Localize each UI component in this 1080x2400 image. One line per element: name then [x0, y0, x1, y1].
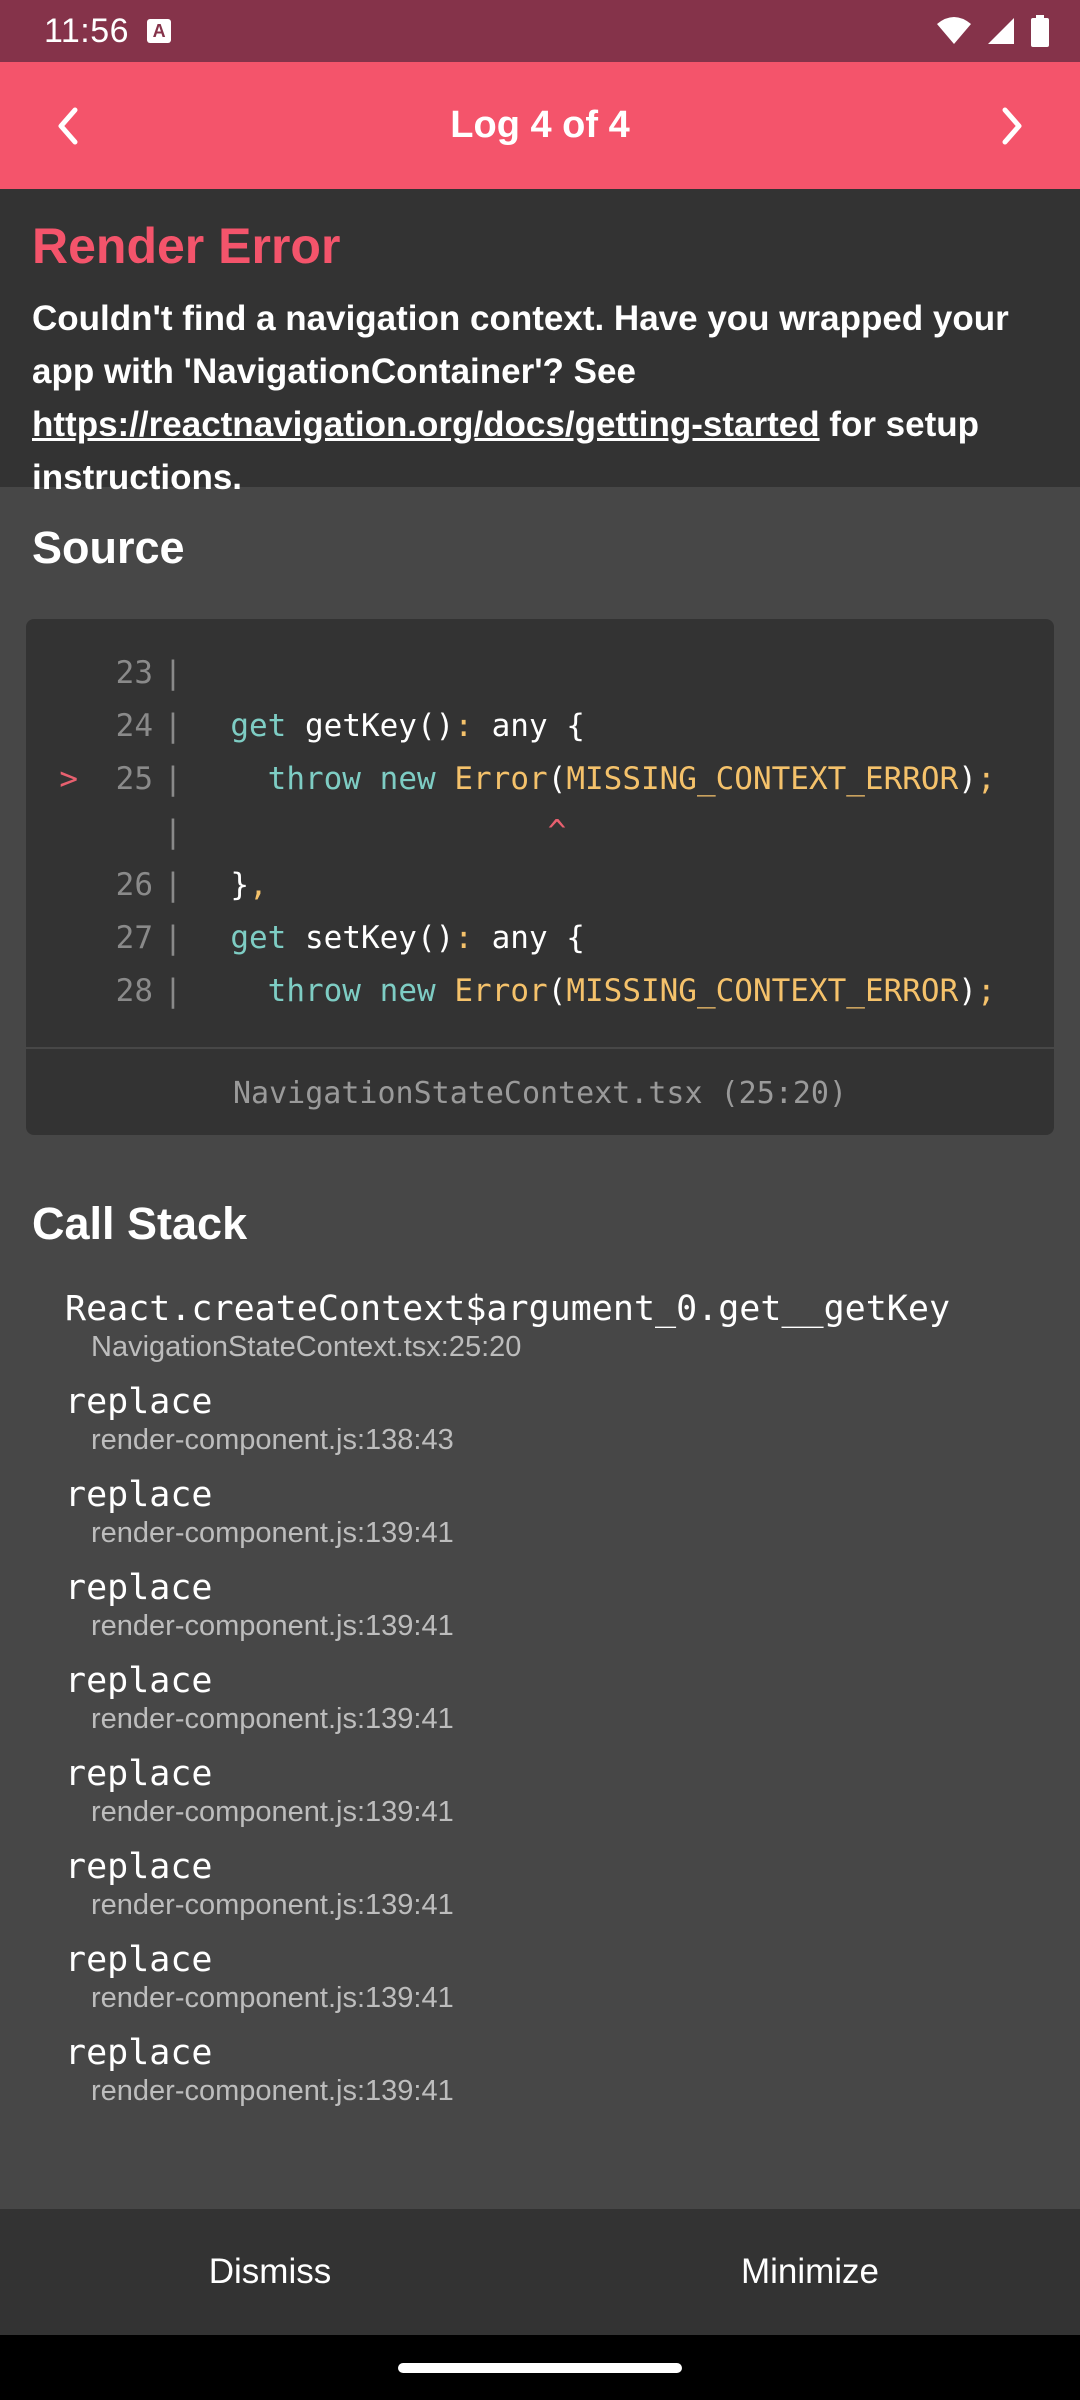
dismiss-button[interactable]: Dismiss — [0, 2209, 540, 2335]
line-marker — [26, 647, 78, 700]
stack-frame[interactable]: replace render-component.js:139:41 — [65, 1474, 1055, 1550]
code-line: 27 | get setKey(): any { — [26, 912, 1054, 965]
stack-frame-location: render-component.js:139:41 — [91, 2075, 454, 2107]
stack-frame-method: replace — [65, 2033, 213, 2073]
gutter-divider: | — [163, 867, 183, 903]
code-line: 28 | throw new Error(MISSING_CONTEXT_ERRO… — [26, 965, 1054, 1018]
gutter-divider: | — [163, 814, 183, 850]
footer-bar: Dismiss Minimize — [0, 2209, 1080, 2335]
source-code-box: 23 | 24 | get getKey(): any { >25 | throw new… — [26, 619, 1054, 1135]
line-marker — [26, 859, 78, 912]
line-number — [78, 806, 153, 859]
stack-frame-location: render-component.js:139:41 — [91, 1517, 454, 1549]
gutter-divider: | — [163, 655, 183, 691]
stack-frame[interactable]: replace render-component.js:138:43 — [65, 1381, 1055, 1457]
call-stack-list: React.createContext$argument_0.get__getK… — [65, 1288, 1055, 2125]
stack-frame-method: React.createContext$argument_0.get__getK… — [65, 1289, 951, 1329]
gutter-divider: | — [163, 708, 183, 744]
gutter-divider: | — [163, 761, 183, 797]
stack-frame-location: render-component.js:139:41 — [91, 1982, 454, 2014]
stack-frame-method: replace — [65, 1940, 213, 1980]
line-number: 28 — [115, 973, 153, 1009]
line-marker: > — [59, 761, 78, 797]
stack-frame-method: replace — [65, 1568, 213, 1608]
minimize-button[interactable]: Minimize — [540, 2209, 1080, 2335]
cell-signal-icon — [988, 18, 1014, 44]
source-title: Source — [32, 522, 185, 573]
line-marker — [26, 965, 78, 1018]
stack-frame-method: replace — [65, 1754, 213, 1794]
error-message: Couldn't find a navigation context. Have… — [32, 292, 1048, 504]
error-box: Render Error Couldn't find a navigation … — [0, 189, 1080, 497]
line-number: 27 — [115, 920, 153, 956]
stack-frame-location: render-component.js:139:41 — [91, 1889, 454, 1921]
stack-frame-method: replace — [65, 1382, 213, 1422]
gutter-divider: | — [163, 920, 183, 956]
chevron-right-icon — [1002, 107, 1022, 144]
log-header: Log 4 of 4 — [0, 62, 1080, 189]
stack-frame[interactable]: replace render-component.js:139:41 — [65, 1567, 1055, 1643]
code-text: }, — [193, 867, 268, 903]
code-line: 26 | }, — [26, 859, 1054, 912]
error-message-text: Couldn't find a navigation context. Have… — [32, 299, 1009, 391]
code-line: 23 | — [26, 647, 1054, 700]
status-bar: 11:56 A — [0, 0, 1080, 62]
line-number: 26 — [115, 867, 153, 903]
stack-frame[interactable]: React.createContext$argument_0.get__getK… — [65, 1288, 1055, 1364]
stack-frame[interactable]: replace render-component.js:139:41 — [65, 2032, 1055, 2108]
stack-frame-method: replace — [65, 1475, 213, 1515]
line-marker — [26, 912, 78, 965]
stack-frame[interactable]: replace render-component.js:139:41 — [65, 1660, 1055, 1736]
code-line: | ^ — [26, 806, 1054, 859]
status-right — [936, 15, 1050, 47]
code-text: throw new Error(MISSING_CONTEXT_ERROR); — [267, 973, 996, 1009]
gutter-divider: | — [163, 973, 183, 1009]
chevron-left-icon — [58, 107, 78, 144]
code-text: get setKey(): any { — [230, 920, 585, 956]
code-lines: 23 | 24 | get getKey(): any { >25 | throw new… — [26, 619, 1054, 1018]
error-title: Render Error — [32, 218, 341, 274]
stack-frame-location: render-component.js:139:41 — [91, 1703, 454, 1735]
stack-frame-location: render-component.js:138:43 — [91, 1424, 454, 1456]
docs-link[interactable]: https://reactnavigation.org/docs/getting… — [32, 405, 820, 444]
code-line: 24 | get getKey(): any { — [26, 700, 1054, 753]
call-stack-title: Call Stack — [32, 1198, 248, 1249]
source-file-location[interactable]: NavigationStateContext.tsx (25:20) — [26, 1047, 1054, 1135]
home-indicator[interactable] — [398, 2363, 682, 2373]
battery-icon — [1031, 15, 1049, 47]
gesture-navigation-bar — [0, 2335, 1080, 2400]
code-line: >25 | throw new Error(MISSING_CONTEXT_ERR… — [26, 753, 1054, 806]
line-number: 24 — [115, 708, 153, 744]
code-text: get getKey(): any { — [230, 708, 585, 744]
a-icon: A — [147, 19, 172, 43]
next-log-button[interactable] — [952, 62, 1072, 189]
status-time: 11:56 — [44, 11, 130, 50]
line-marker — [26, 700, 78, 753]
previous-log-button[interactable] — [8, 62, 128, 189]
stack-frame-method: replace — [65, 1661, 213, 1701]
wifi-icon — [937, 17, 971, 44]
stack-frame-location: render-component.js:139:41 — [91, 1610, 454, 1642]
stack-frame-method: replace — [65, 1847, 213, 1887]
code-text: ^ — [193, 814, 567, 850]
line-number: 23 — [115, 655, 153, 691]
log-title: Log 4 of 4 — [450, 104, 630, 146]
line-number: 25 — [115, 761, 153, 797]
stack-frame[interactable]: replace render-component.js:139:41 — [65, 1753, 1055, 1829]
stack-frame-location: NavigationStateContext.tsx:25:20 — [91, 1331, 522, 1363]
code-text: throw new Error(MISSING_CONTEXT_ERROR); — [267, 761, 996, 797]
stack-frame[interactable]: replace render-component.js:139:41 — [65, 1846, 1055, 1922]
status-left: 11:56 A — [44, 11, 172, 51]
stack-frame-location: render-component.js:139:41 — [91, 1796, 454, 1828]
line-marker — [26, 806, 78, 859]
stack-frame[interactable]: replace render-component.js:139:41 — [65, 1939, 1055, 2015]
